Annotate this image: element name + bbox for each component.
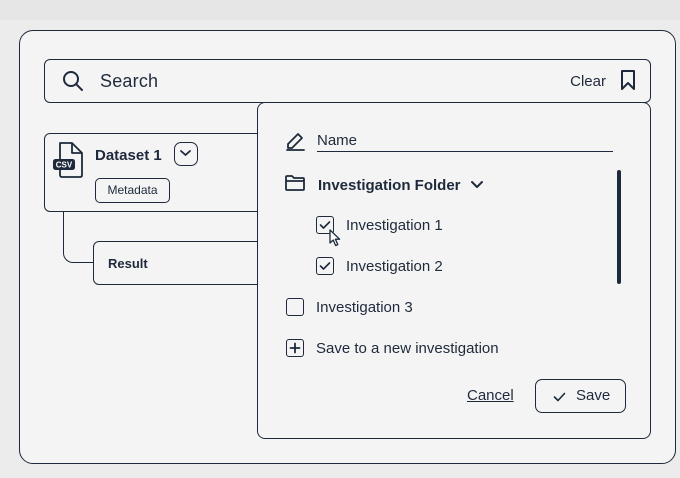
investigation-folder-label: Investigation Folder [318, 176, 461, 194]
investigation-2-label: Investigation 2 [346, 257, 443, 275]
investigation-folder-row[interactable]: Investigation Folder [284, 173, 484, 197]
dataset-title: Dataset 1 [95, 147, 162, 164]
metadata-tag[interactable]: Metadata [95, 178, 170, 203]
cancel-button[interactable]: Cancel [467, 387, 514, 404]
search-icon [62, 70, 84, 97]
folder-icon [284, 174, 306, 197]
bookmark-icon[interactable] [620, 69, 636, 96]
dataset-dropdown-button[interactable] [174, 142, 198, 166]
name-input[interactable]: Name [317, 132, 613, 152]
name-placeholder: Name [317, 132, 358, 149]
investigation-3-label: Investigation 3 [316, 298, 413, 316]
save-button[interactable]: Save [535, 379, 626, 413]
save-button-label: Save [576, 387, 611, 404]
scrollbar[interactable] [617, 170, 621, 284]
check-icon [553, 392, 566, 402]
search-bar[interactable]: Search Clear [44, 59, 651, 103]
plus-icon[interactable] [286, 339, 304, 357]
tree-connector [63, 212, 93, 263]
background-strip [0, 0, 680, 20]
investigation-2-checkbox[interactable] [316, 257, 334, 275]
pencil-icon [284, 130, 306, 157]
result-label: Result [108, 256, 148, 271]
mouse-pointer-icon [328, 228, 342, 253]
investigation-2-row[interactable]: Investigation 2 [316, 254, 443, 278]
investigation-3-checkbox[interactable] [286, 298, 304, 316]
chevron-down-icon[interactable] [470, 176, 484, 194]
save-to-new-investigation-row[interactable]: Save to a new investigation [286, 336, 499, 360]
investigation-1-label: Investigation 1 [346, 216, 443, 234]
check-icon [319, 262, 331, 270]
clear-button[interactable]: Clear [570, 73, 606, 90]
csv-file-icon: CSV [52, 141, 88, 184]
chevron-down-icon [180, 150, 191, 156]
dataset-node[interactable]: CSV Dataset 1 Metadata [44, 133, 274, 212]
investigation-3-row[interactable]: Investigation 3 [286, 295, 413, 319]
search-input[interactable]: Search [100, 71, 158, 92]
csv-badge-text: CSV [56, 161, 73, 170]
save-to-new-investigation-label: Save to a new investigation [316, 339, 499, 357]
save-to-investigation-popup: Name Investigation Folder Investigation … [257, 102, 651, 439]
result-node[interactable]: Result [93, 241, 274, 285]
